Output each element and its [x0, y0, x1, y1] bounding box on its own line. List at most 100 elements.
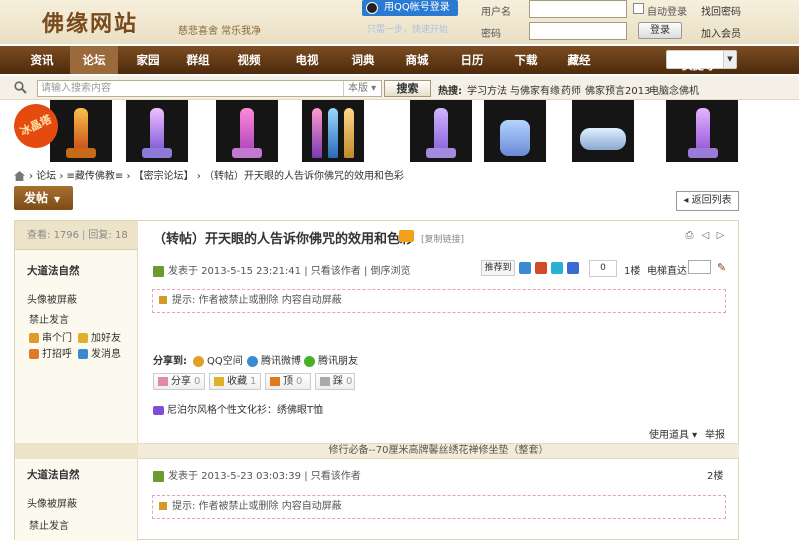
nav-item-shop[interactable]: 商城	[397, 46, 437, 74]
separator-ad-link[interactable]: 修行必备--70厘米高牌馨丝绣花禅修坐垫（整套）	[138, 443, 739, 459]
nav-item-news[interactable]: 资讯	[22, 46, 62, 74]
copy-link[interactable]: [复制链接]	[421, 232, 464, 245]
hot-search-link[interactable]: 与佛家有缘	[510, 82, 560, 97]
only-author-link[interactable]: 只看该作者	[311, 471, 361, 482]
reverse-order-link[interactable]: 倒序浏览	[371, 266, 411, 277]
breadcrumb-item[interactable]: 论坛	[36, 171, 56, 182]
add-friend-link[interactable]: 加好友	[78, 329, 121, 344]
site-slogan: 慈悲喜舍 常乐我净	[178, 26, 262, 37]
breadcrumb-item[interactable]: （转帖）开天眼的人告诉你佛咒的效用和色彩	[204, 171, 404, 182]
search-input[interactable]: 请输入搜索内容 本版 ▾	[37, 80, 382, 97]
forgot-password-link[interactable]: 找回密码	[701, 3, 741, 18]
nav-item-forum[interactable]: 论坛	[70, 46, 118, 74]
nav-item-calendar[interactable]: 日历	[452, 46, 492, 74]
banner-image[interactable]	[410, 100, 472, 162]
downvote-button-label: 踩	[333, 376, 343, 387]
prev-thread-icon[interactable]: ◁	[700, 230, 711, 241]
nav-item-home[interactable]: 家园	[128, 46, 168, 74]
user-group[interactable]: 禁止发言	[29, 311, 69, 326]
blocked-content-notice: 提示: 作者被禁止或删除 内容自动屏蔽	[152, 495, 726, 519]
breadcrumb-item[interactable]: 【密宗论坛】	[134, 171, 194, 182]
quick-nav-dropdown[interactable]: 快捷导航 ▼	[666, 50, 737, 100]
share-qzone-icon[interactable]	[519, 262, 531, 274]
qq-login-button[interactable]: 用QQ帐号登录	[362, 0, 458, 16]
back-to-list-button[interactable]: ◂ 返回列表	[676, 191, 739, 211]
hot-search-link[interactable]: 电脑念佛机	[649, 82, 699, 97]
banner-image[interactable]	[50, 100, 112, 162]
product-banner[interactable]	[14, 100, 738, 164]
search-scope-select[interactable]: 本版 ▾	[343, 81, 381, 96]
share-pengyou-icon[interactable]	[567, 262, 579, 274]
message-label: 发消息	[91, 349, 121, 360]
nav-item-download[interactable]: 下载	[506, 46, 546, 74]
auto-login-checkbox[interactable]	[633, 3, 644, 14]
new-post-button[interactable]: 发帖 ▼	[14, 186, 73, 210]
floor-number[interactable]: 2楼	[707, 467, 723, 482]
new-post-label: 发帖	[24, 191, 49, 205]
favorite-button[interactable]: 收藏 1	[209, 373, 261, 390]
search-button[interactable]: 搜索	[384, 80, 431, 97]
password-input[interactable]	[529, 22, 627, 40]
banner-image[interactable]	[216, 100, 278, 162]
banner-image[interactable]	[484, 100, 546, 162]
nav-item-tv[interactable]: 电视	[287, 46, 327, 74]
online-status-icon	[153, 265, 164, 277]
nav-item-video[interactable]: 视频	[229, 46, 269, 74]
text-ad-link[interactable]: 尼泊尔风格个性文化衫：绣佛眼T恤	[153, 401, 323, 416]
nav-item-dictionary[interactable]: 词典	[343, 46, 383, 74]
banner-image[interactable]	[666, 100, 738, 162]
post-meta: 发表于 2013-5-23 03:03:39 | 只看该作者	[153, 467, 361, 482]
post-meta: 发表于 2013-5-15 23:21:41 | 只看该作者 | 倒序浏览	[153, 262, 411, 277]
add-friend-icon	[78, 333, 88, 343]
login-button[interactable]: 登录	[638, 22, 682, 39]
nav-item-sutras[interactable]: 藏经	[559, 46, 599, 74]
next-thread-icon[interactable]: ▷	[715, 230, 726, 241]
downvote-count: 0	[346, 376, 353, 387]
post-time: 发表于 2013-5-23 03:03:39	[168, 471, 302, 482]
upvote-button-label: 顶	[283, 376, 293, 387]
hot-search-link[interactable]: 学习方法	[467, 82, 507, 97]
share-friends-link[interactable]: 腾讯朋友	[304, 352, 358, 367]
register-link[interactable]: 加入会员	[701, 25, 741, 40]
breadcrumb-item[interactable]: ≡藏传佛教≡	[67, 171, 124, 182]
blocked-content-notice: 提示: 作者被禁止或删除 内容自动屏蔽	[152, 289, 726, 313]
downvote-button[interactable]: 踩0	[315, 373, 355, 390]
author-name[interactable]: 大道法自然	[27, 467, 80, 482]
hot-search-link[interactable]: 佛家预言2013	[585, 82, 650, 97]
poke-icon	[29, 349, 39, 359]
user-group[interactable]: 禁止发言	[29, 517, 69, 532]
poke-link[interactable]: 打招呼	[29, 345, 72, 360]
only-author-link[interactable]: 只看该作者	[311, 266, 361, 277]
hot-search-link[interactable]: 药师	[561, 82, 581, 97]
site-logo[interactable]: 佛缘网站	[42, 6, 138, 38]
upvote-button[interactable]: 顶0	[265, 373, 311, 390]
banner-image[interactable]	[302, 100, 364, 162]
share-weibo-link[interactable]: 腾讯微博	[247, 352, 301, 367]
jump-to-floor-input[interactable]	[688, 260, 711, 274]
thread-container: 查看: 1796 | 回复: 18 （转帖）开天眼的人告诉你佛咒的效用和色彩 [复制…	[14, 220, 739, 541]
share-qzone-link[interactable]: QQ空间	[193, 352, 243, 367]
nav-item-groups[interactable]: 群组	[178, 46, 218, 74]
report-link[interactable]: 举报	[705, 426, 725, 441]
author-name[interactable]: 大道法自然	[27, 263, 80, 278]
share-button[interactable]: 分享 0	[153, 373, 205, 390]
notice-text: 提示: 作者被禁止或删除 内容自动屏蔽	[172, 295, 342, 306]
search-icon	[14, 81, 27, 94]
floor-number[interactable]: 1楼	[624, 262, 640, 277]
print-icon[interactable]: ⎙	[684, 230, 695, 241]
use-tools-dropdown[interactable]: 使用道具 ▾	[649, 426, 697, 441]
banner-image[interactable]	[572, 100, 634, 162]
home-icon[interactable]	[14, 171, 25, 181]
hot-search-label: 热搜:	[438, 86, 462, 97]
recommend-label: 推荐到	[481, 260, 515, 276]
thread-stats: 查看: 1796 | 回复: 18	[15, 221, 138, 250]
share-tencent-icon[interactable]	[551, 262, 563, 274]
share-weibo-icon[interactable]	[535, 262, 547, 274]
recommend-count: 0	[589, 260, 617, 277]
jump-pen-icon[interactable]: ✎	[717, 261, 726, 274]
views-count: 1796	[53, 230, 80, 241]
banner-image[interactable]	[126, 100, 188, 162]
username-input[interactable]	[529, 0, 627, 18]
visit-link[interactable]: 串个门	[29, 329, 72, 344]
message-link[interactable]: 发消息	[78, 345, 121, 360]
